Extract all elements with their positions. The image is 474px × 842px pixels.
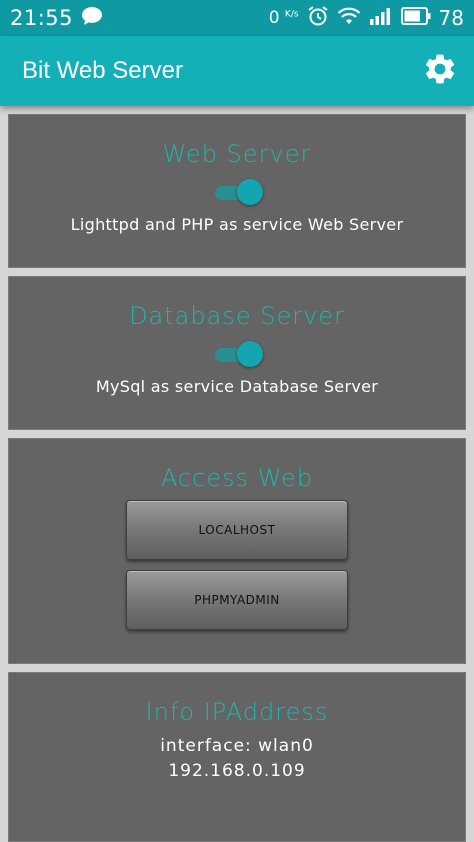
info-ipaddress-title: Info IPAddress bbox=[145, 698, 329, 726]
info-ipaddress-card: Info IPAddress interface: wlan0 192.168.… bbox=[8, 672, 466, 842]
status-bar-left: 21:55 bbox=[10, 6, 103, 30]
chat-bubble-icon bbox=[81, 6, 103, 30]
status-bar: 21:55 0 K/s 78 bbox=[0, 0, 474, 36]
web-server-card: Web Server Lighttpd and PHP as service W… bbox=[8, 114, 466, 268]
net-speed: 0 K/s bbox=[269, 8, 299, 28]
settings-button[interactable] bbox=[420, 51, 460, 91]
status-time: 21:55 bbox=[10, 6, 74, 30]
app-bar: Bit Web Server bbox=[0, 36, 474, 106]
net-speed-value: 0 bbox=[268, 8, 280, 28]
battery-icon bbox=[400, 7, 431, 29]
net-speed-unit: K/s bbox=[284, 9, 299, 20]
web-server-toggle[interactable] bbox=[215, 179, 263, 205]
interface-label: interface: wlan0 bbox=[160, 736, 314, 756]
database-server-toggle[interactable] bbox=[215, 341, 263, 367]
localhost-button[interactable]: LOCALHOST bbox=[126, 500, 348, 560]
web-server-title: Web Server bbox=[162, 140, 312, 168]
database-server-description: MySql as service Database Server bbox=[95, 377, 379, 396]
toggle-thumb bbox=[237, 179, 263, 205]
app-title: Bit Web Server bbox=[22, 57, 183, 84]
wifi-icon bbox=[337, 6, 361, 30]
access-web-card: Access Web LOCALHOST PHPMYADMIN bbox=[8, 438, 466, 664]
access-web-title: Access Web bbox=[160, 464, 314, 492]
status-bar-right: 0 K/s 78 bbox=[269, 5, 464, 31]
alarm-clock-icon bbox=[307, 5, 329, 31]
web-server-description: Lighttpd and PHP as service Web Server bbox=[70, 215, 404, 234]
ip-address: 192.168.0.109 bbox=[168, 761, 306, 781]
phpmyadmin-button[interactable]: PHPMYADMIN bbox=[126, 570, 348, 630]
database-server-title: Database Server bbox=[129, 302, 345, 330]
database-server-card: Database Server MySql as service Databas… bbox=[8, 276, 466, 430]
signal-icon bbox=[369, 7, 393, 29]
gear-icon bbox=[422, 51, 458, 91]
toggle-thumb bbox=[237, 341, 263, 367]
battery-level: 78 bbox=[438, 6, 464, 30]
